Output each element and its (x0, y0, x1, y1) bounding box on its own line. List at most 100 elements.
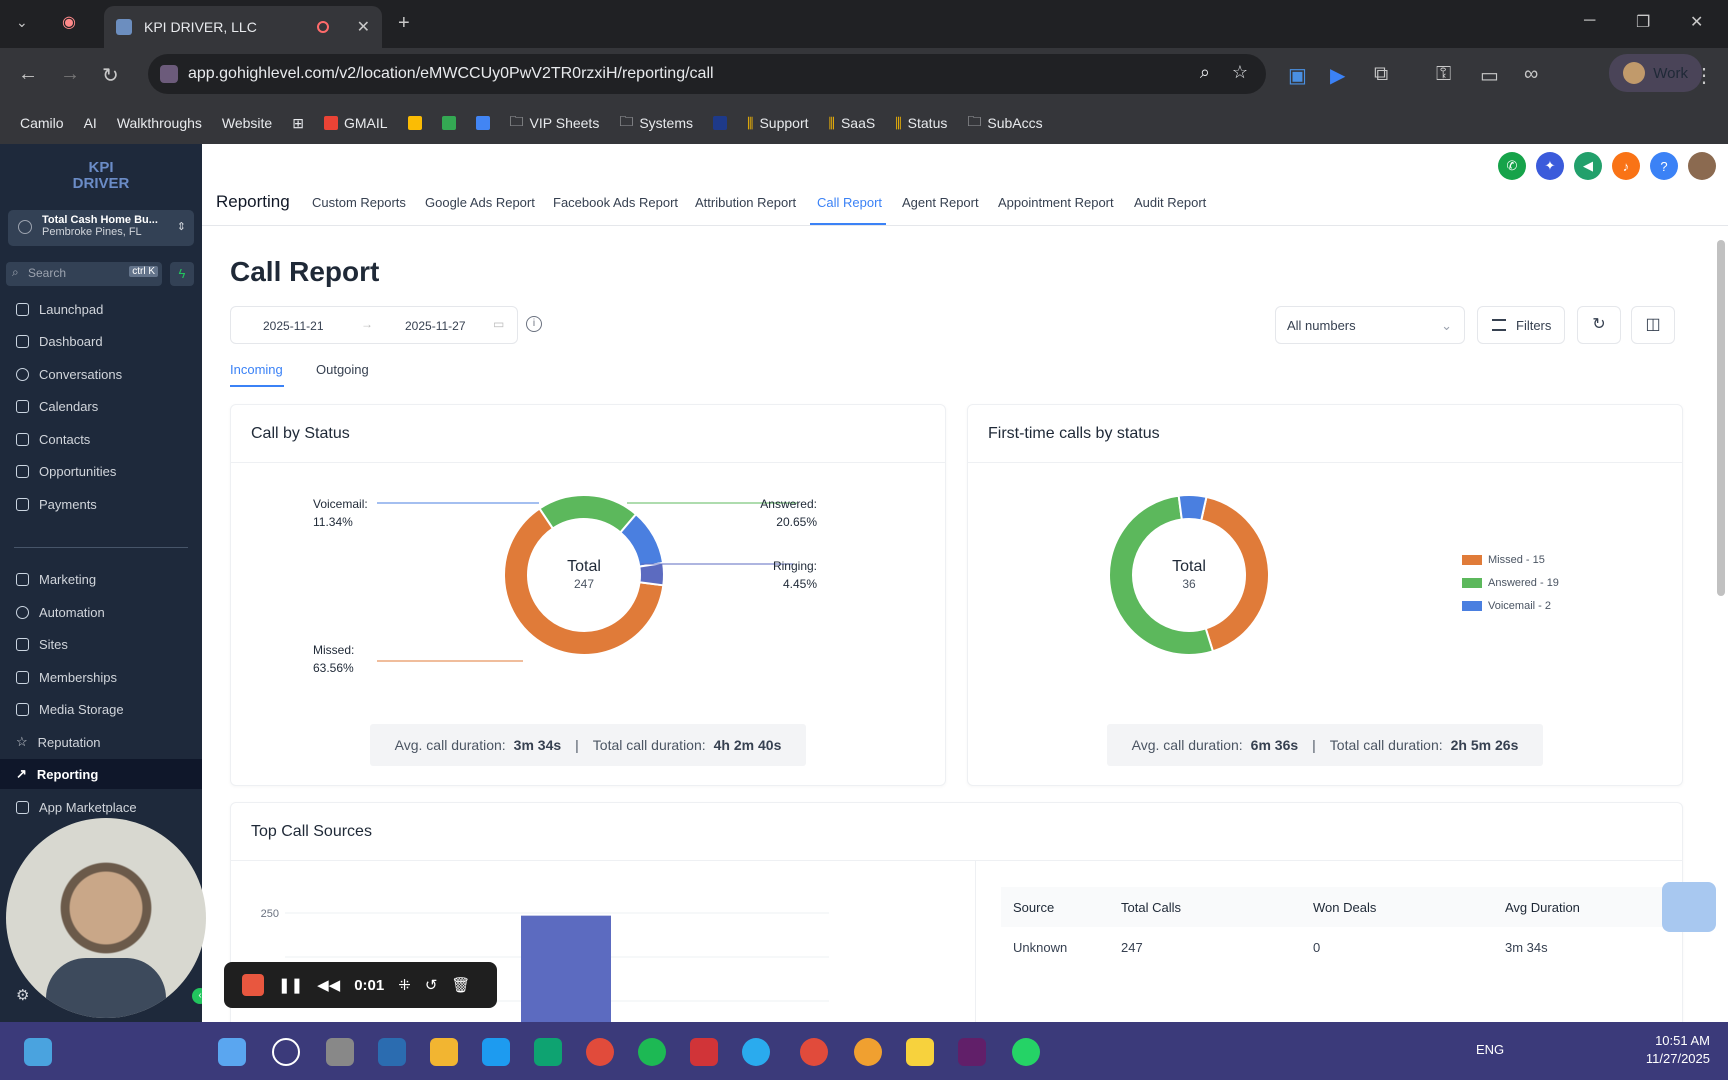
phone-icon[interactable]: ✆ (1498, 152, 1526, 180)
input-language[interactable]: ENG (1476, 1042, 1504, 1057)
close-window-icon[interactable]: ✕ (1690, 12, 1703, 32)
trash-icon[interactable]: 🗑 (451, 976, 470, 994)
webcam-overlay[interactable] (6, 818, 206, 1018)
sidebar-item-conversations[interactable]: Conversations (0, 359, 202, 389)
donut-slice-voicemail[interactable] (1177, 494, 1208, 522)
refresh-button[interactable]: ↻ (1577, 306, 1621, 344)
sidebar-item-memberships[interactable]: Memberships (0, 662, 202, 692)
legend-item-voicemail[interactable]: Voicemail - 2 (1462, 594, 1559, 617)
start-icon[interactable] (218, 1038, 246, 1066)
close-tab-icon[interactable]: ✕ (357, 17, 370, 37)
tab-facebook-ads-report[interactable]: Facebook Ads Report (553, 195, 678, 210)
chrome-icon[interactable] (586, 1038, 614, 1066)
tab-call-report[interactable]: Call Report (817, 195, 882, 210)
bookmark-website[interactable]: Website (214, 111, 280, 135)
scrollbar-thumb[interactable] (1717, 240, 1725, 596)
tab-outgoing[interactable]: Outgoing (316, 362, 369, 377)
bookmark-systems[interactable]: 🗀 Systems (611, 107, 701, 139)
task-view-icon[interactable] (326, 1038, 354, 1066)
meet-icon[interactable] (434, 112, 464, 134)
settings-gear-icon[interactable]: ⚙ (16, 986, 29, 1004)
password-icon[interactable]: ⚿ (1436, 63, 1451, 86)
edge-beta-icon[interactable] (534, 1038, 562, 1066)
bookmark-support[interactable]: ⫼ Support (739, 111, 817, 136)
minimize-icon[interactable]: ─ (1584, 12, 1595, 30)
pause-icon[interactable]: ❚❚ (278, 976, 303, 994)
col-avg-duration[interactable]: Avg Duration (1493, 887, 1675, 927)
new-tab-icon[interactable]: + (398, 12, 410, 35)
sidebar-item-reporting[interactable]: ↗ Reporting (0, 759, 202, 789)
table-row[interactable]: Unknown 247 0 3m 34s (1001, 927, 1675, 967)
donut-slice-answered[interactable] (538, 494, 638, 534)
floating-action-button[interactable] (1662, 882, 1716, 932)
file-explorer-icon[interactable] (430, 1038, 458, 1066)
legend-item-missed[interactable]: Missed - 15 (1462, 548, 1559, 571)
telegram-icon[interactable] (742, 1038, 770, 1066)
chrome-icon-2[interactable] (800, 1038, 828, 1066)
bookmark-kpi-icon[interactable] (705, 112, 735, 134)
calendar-icon[interactable] (468, 112, 498, 134)
sidebar-item-launchpad[interactable]: Launchpad (0, 294, 202, 324)
whatsapp-icon[interactable] (1012, 1038, 1040, 1066)
stop-record-button[interactable] (242, 974, 264, 996)
zoom-icon[interactable]: ⌕ (1200, 62, 1210, 83)
extension-icon[interactable]: ▣ (1288, 63, 1307, 88)
date-range-picker[interactable]: 2025-11-21 → 2025-11-27 ▭ (230, 306, 518, 344)
bookmark-gmail[interactable]: GMAIL (316, 111, 396, 135)
sidebar-item-payments[interactable]: Payments (0, 489, 202, 519)
sidebar-item-automation[interactable]: Automation (0, 597, 202, 627)
ai-sparkle-icon[interactable]: ✦ (1536, 152, 1564, 180)
location-switcher[interactable]: Total Cash Home Bu... Pembroke Pines, FL… (8, 210, 194, 246)
site-info-icon[interactable] (160, 65, 178, 83)
col-source[interactable]: Source (1001, 887, 1109, 927)
restore-icon[interactable]: ❐ (1636, 12, 1650, 32)
back-icon[interactable]: ← (18, 63, 38, 86)
search-icon[interactable] (272, 1038, 300, 1066)
megaphone-icon[interactable]: ◀ (1574, 152, 1602, 180)
m365-icon[interactable] (690, 1038, 718, 1066)
profile-button[interactable]: Work (1609, 54, 1702, 92)
bookmark-walkthroughs[interactable]: Walkthroughs (109, 111, 210, 135)
forward-icon[interactable]: → (60, 63, 80, 86)
sidebar-item-marketing[interactable]: Marketing (0, 564, 202, 594)
menu-icon[interactable]: ⋮ (1694, 63, 1714, 88)
address-bar[interactable]: app.gohighlevel.com/v2/location/eMWCCUy0… (148, 54, 1266, 94)
bookmark-camilo[interactable]: Camilo (12, 111, 72, 135)
sidebar-item-sites[interactable]: Sites (0, 629, 202, 659)
numbers-select[interactable]: All numbers ⌄ (1275, 306, 1465, 344)
col-total-calls[interactable]: Total Calls (1109, 887, 1301, 927)
extension-icon-2[interactable]: ▶ (1330, 63, 1345, 88)
page-scrollbar[interactable] (1716, 214, 1726, 954)
sticky-notes-icon[interactable] (906, 1038, 934, 1066)
widgets-icon[interactable] (24, 1038, 52, 1066)
link-icon[interactable]: ∞ (1524, 63, 1538, 86)
tab-incoming[interactable]: Incoming (230, 362, 283, 377)
donut-slice-missed[interactable] (1200, 495, 1270, 653)
rewind-icon[interactable]: ◀◀ (317, 976, 340, 994)
restart-icon[interactable]: ↺ (425, 976, 438, 994)
slack-icon[interactable] (958, 1038, 986, 1066)
tab-google-ads-report[interactable]: Google Ads Report (425, 195, 535, 210)
user-avatar[interactable] (1688, 152, 1716, 180)
filters-button[interactable]: Filters (1477, 306, 1565, 344)
clock[interactable]: 10:51 AM 11/27/2025 (1646, 1032, 1710, 1068)
sidebar-item-dashboard[interactable]: Dashboard (0, 326, 202, 356)
quick-actions-bolt-icon[interactable]: ϟ (170, 262, 194, 286)
sidebar-item-calendars[interactable]: Calendars (0, 391, 202, 421)
bookmark-subaccs[interactable]: 🗀 SubAccs (959, 107, 1050, 139)
reload-icon[interactable]: ↻ (102, 63, 119, 88)
sidebar-search[interactable]: ⌕ Search ctrl K (6, 262, 162, 286)
sidebar-item-media-storage[interactable]: Media Storage (0, 694, 202, 724)
payment-icon[interactable]: ▭ (1480, 63, 1499, 88)
drive-icon[interactable] (400, 112, 430, 134)
record-icon[interactable]: ◉ (62, 12, 76, 32)
photos-icon[interactable] (378, 1038, 406, 1066)
tab-audit-report[interactable]: Audit Report (1134, 195, 1206, 210)
extensions-icon[interactable]: ⧉ (1374, 63, 1388, 86)
bookmark-ai[interactable]: AI (76, 111, 105, 135)
tab-custom-reports[interactable]: Custom Reports (312, 195, 406, 210)
bookmark-saas[interactable]: ⫼ SaaS (821, 111, 884, 136)
bookmark-status[interactable]: ⫼ Status (887, 111, 955, 136)
legend-item-answered[interactable]: Answered - 19 (1462, 571, 1559, 594)
tab-agent-report[interactable]: Agent Report (902, 195, 979, 210)
